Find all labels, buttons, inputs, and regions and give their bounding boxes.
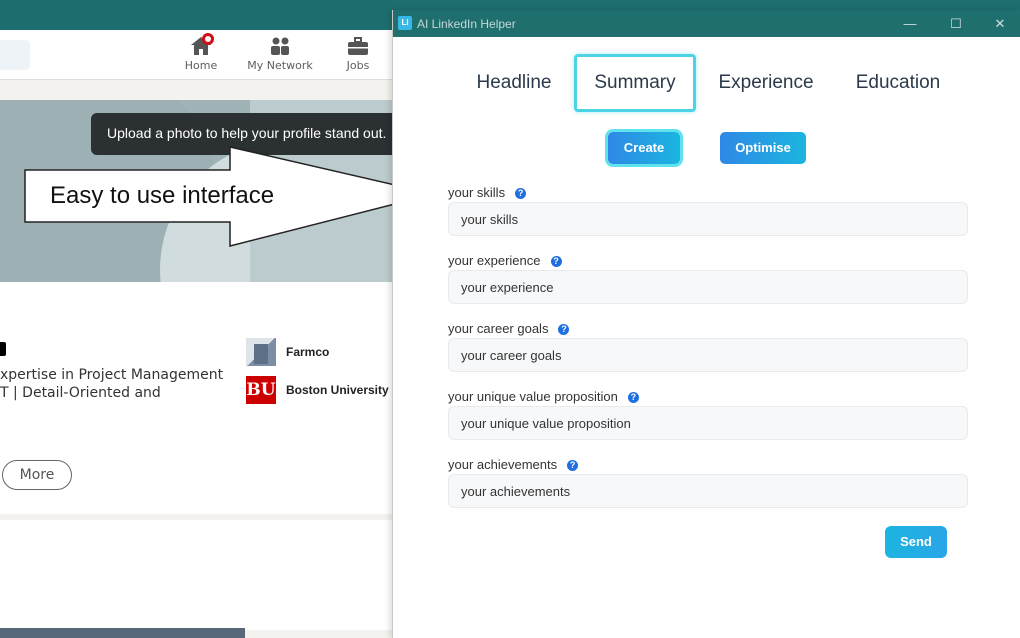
network-icon xyxy=(269,36,291,56)
company-name-boston-university: Boston University xyxy=(286,383,389,397)
send-button[interactable]: Send xyxy=(885,526,947,558)
app-icon: LI xyxy=(398,16,412,30)
briefcase-icon xyxy=(347,36,369,56)
company-name-farmco: Farmco xyxy=(286,345,330,359)
help-icon[interactable]: ? xyxy=(550,256,562,267)
profile-headline-line-2: T | Detail-Oriented and xyxy=(0,385,161,401)
career-goals-label-text: your career goals xyxy=(448,321,549,336)
scroll-indicator xyxy=(0,628,245,638)
minimize-button[interactable]: — xyxy=(887,10,933,37)
unique-value-proposition-input[interactable] xyxy=(448,406,968,440)
nav-home-label: Home xyxy=(184,59,218,72)
nav-jobs[interactable]: Jobs xyxy=(323,36,393,76)
notification-dot xyxy=(202,33,214,45)
profile-name-fragment xyxy=(0,342,6,356)
annotation-text: Easy to use interface xyxy=(50,182,275,209)
achievements-input[interactable] xyxy=(448,474,968,508)
home-icon xyxy=(190,33,214,56)
farmco-logo xyxy=(246,338,276,366)
nav-home[interactable]: Home xyxy=(166,33,236,76)
company-boston-university[interactable]: BU Boston University xyxy=(246,376,389,404)
help-icon[interactable]: ? xyxy=(515,188,527,199)
tab-education[interactable]: Education xyxy=(845,54,951,112)
title-bar[interactable]: LI AI LinkedIn Helper — ☐ ✕ xyxy=(393,10,1020,37)
help-icon[interactable]: ? xyxy=(627,392,639,403)
window-title: AI LinkedIn Helper xyxy=(417,17,516,31)
nav-my-network[interactable]: My Network xyxy=(245,36,315,76)
close-button[interactable]: ✕ xyxy=(977,10,1020,37)
help-icon[interactable]: ? xyxy=(558,324,570,335)
nav-jobs-label: Jobs xyxy=(346,59,370,72)
career-goals-label: your career goals? xyxy=(448,321,570,336)
more-button[interactable]: More xyxy=(2,460,72,490)
unique-value-proposition-label: your unique value proposition? xyxy=(448,389,639,404)
create-button[interactable]: Create xyxy=(608,132,680,164)
achievements-label-text: your achievements xyxy=(448,457,558,472)
achievements-label: your achievements? xyxy=(448,457,579,472)
search-bar[interactable] xyxy=(0,40,30,70)
experience-label: your experience? xyxy=(448,253,562,268)
skills-input[interactable] xyxy=(448,202,968,236)
tab-summary[interactable]: Summary xyxy=(574,54,696,112)
profile-lower-section xyxy=(0,520,400,630)
linkedin-header: Home My Network Jobs xyxy=(0,30,400,80)
help-icon[interactable]: ? xyxy=(567,460,579,471)
profile-headline-line-1: xpertise in Project Management xyxy=(0,367,224,383)
skills-label: your skills? xyxy=(448,185,527,200)
tab-headline[interactable]: Headline xyxy=(465,54,563,112)
tab-experience[interactable]: Experience xyxy=(711,54,821,112)
maximize-button[interactable]: ☐ xyxy=(933,10,979,37)
boston-university-logo: BU xyxy=(246,376,276,404)
profile-headline: xpertise in Project Management T | Detai… xyxy=(0,366,223,402)
unique-value-proposition-label-text: your unique value proposition xyxy=(448,389,618,404)
experience-input[interactable] xyxy=(448,270,968,304)
ai-linkedin-helper-window: LI AI LinkedIn Helper — ☐ ✕ Headline Sum… xyxy=(392,10,1020,638)
optimise-button[interactable]: Optimise xyxy=(720,132,806,164)
career-goals-input[interactable] xyxy=(448,338,968,372)
company-farmco[interactable]: Farmco xyxy=(246,338,329,366)
skills-label-text: your skills xyxy=(448,185,506,200)
nav-my-network-label: My Network xyxy=(247,59,313,72)
experience-label-text: your experience xyxy=(448,253,541,268)
